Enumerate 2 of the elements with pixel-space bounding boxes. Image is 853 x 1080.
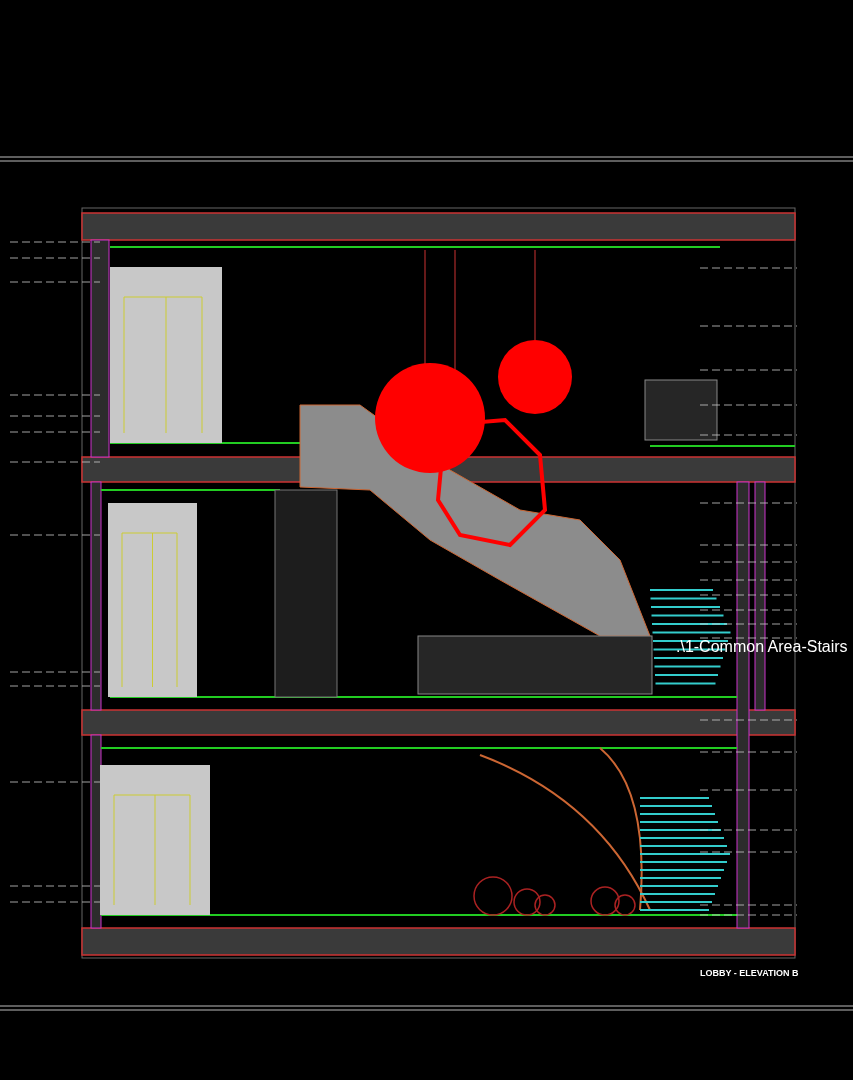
drawing-title: .\1-Common Area-Stairs xyxy=(676,638,848,655)
sheet-caption: LOBBY - ELEVATION B xyxy=(700,968,799,978)
